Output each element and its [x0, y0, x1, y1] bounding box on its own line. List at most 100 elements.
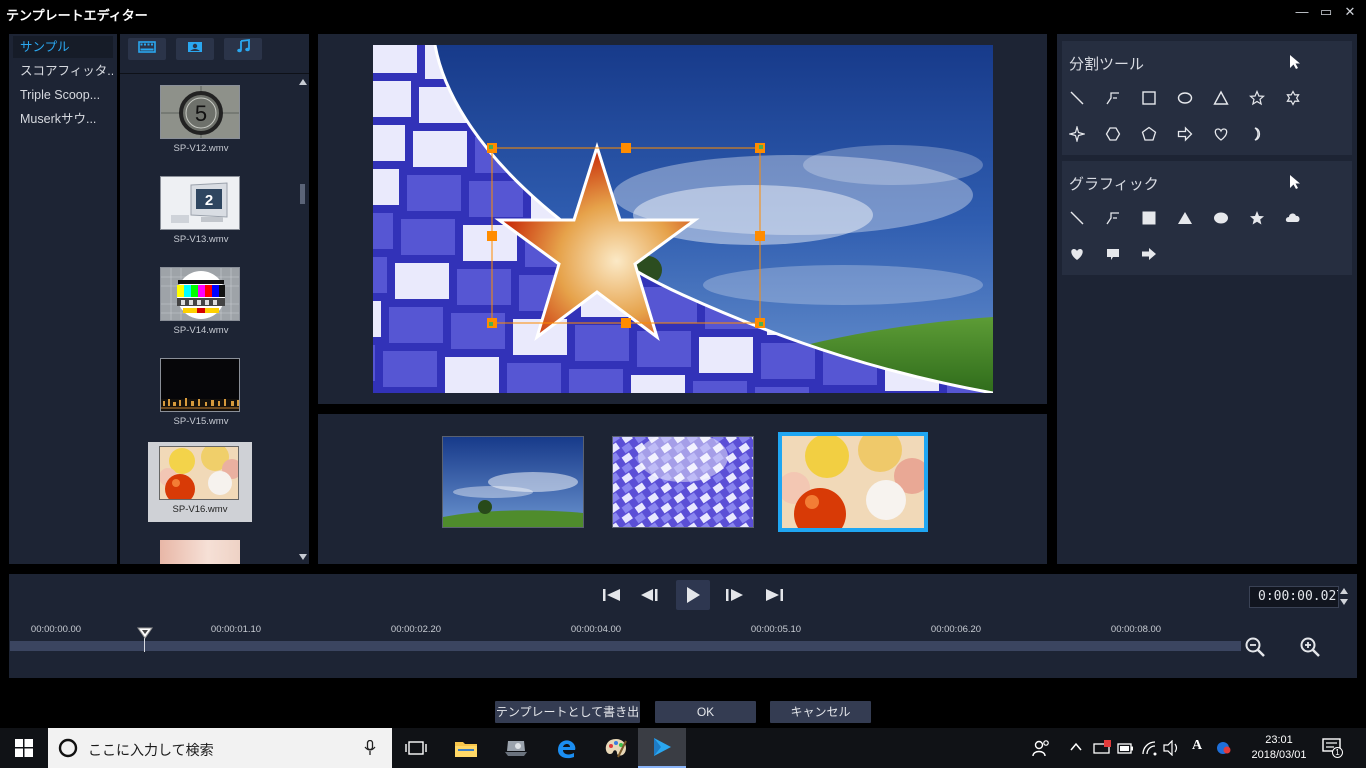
media-clip-partial[interactable]	[149, 536, 253, 564]
timeline-ruler[interactable]	[10, 641, 1241, 651]
star4-icon[interactable]	[1063, 120, 1091, 148]
zoom-out-icon	[1245, 637, 1265, 657]
close-button[interactable]: ✕	[1340, 3, 1360, 21]
color-app-tray-icon[interactable]	[1215, 740, 1233, 756]
select-arrow-icon[interactable]	[1281, 168, 1309, 196]
category-item-muserk[interactable]: Muserkサウ...	[13, 108, 113, 130]
chevron-up-icon[interactable]	[1070, 742, 1082, 752]
background-thumb-tiles[interactable]	[612, 436, 754, 528]
edge-browser-button[interactable]	[542, 728, 590, 768]
background-thumb-sky[interactable]	[442, 436, 584, 528]
video-editor-app-button[interactable]	[638, 728, 686, 768]
category-item-score-fitter[interactable]: スコアフィッタ...	[13, 60, 113, 82]
star6-icon[interactable]	[1279, 84, 1307, 112]
timecode-up-icon[interactable]	[1340, 588, 1348, 594]
timecode-field[interactable]: 0:00:00.027	[1249, 586, 1339, 608]
zoom-in-button[interactable]	[1299, 636, 1323, 660]
split-tools-group: 分割ツール	[1062, 41, 1352, 155]
rectangle-filled-icon[interactable]	[1135, 204, 1163, 232]
media-type-tabs	[120, 34, 309, 74]
curve-line-icon[interactable]	[1099, 84, 1127, 112]
media-scrollbar[interactable]	[297, 76, 309, 564]
people-icon[interactable]	[1032, 739, 1050, 757]
minimize-button[interactable]: —	[1292, 3, 1312, 21]
media-library-panel: 5 SP-V12.wmv 2 SP-V13.wmv SP-V14.wmv SP-…	[120, 34, 309, 564]
taskbar-search-box[interactable]: ここに入力して検索	[48, 728, 392, 768]
music-note-icon	[237, 38, 250, 53]
paint-app-button[interactable]	[592, 728, 640, 768]
rectangle-icon[interactable]	[1135, 84, 1163, 112]
volume-icon[interactable]	[1163, 740, 1181, 756]
previous-frame-button[interactable]	[633, 580, 667, 610]
shape-tools-panel: 分割ツール グラフィック	[1057, 34, 1357, 564]
cancel-button[interactable]: キャンセル	[770, 701, 871, 723]
ruler-tick-label: 00:00:02.20	[390, 624, 442, 635]
ok-button[interactable]: OK	[655, 701, 756, 723]
playhead-marker-icon[interactable]	[137, 627, 153, 639]
heart-icon[interactable]	[1207, 120, 1235, 148]
triangle-icon[interactable]	[1207, 84, 1235, 112]
media-clip-sp-v14[interactable]: SP-V14.wmv	[149, 263, 253, 343]
zoom-out-button[interactable]	[1244, 636, 1268, 660]
clip-thumbnail	[160, 540, 240, 564]
battery-icon[interactable]	[1117, 740, 1135, 756]
search-placeholder: ここに入力して検索	[88, 742, 214, 758]
taskbar: ここに入力して検索 A 23:01 2018/03/01 1	[0, 728, 1366, 768]
ruler-tick-label: 00:00:00.00	[30, 624, 82, 635]
ime-indicator[interactable]: A	[1192, 738, 1202, 754]
task-view-icon	[405, 741, 427, 755]
scroll-thumb[interactable]	[300, 184, 305, 204]
tab-video[interactable]	[128, 38, 166, 60]
line-icon[interactable]	[1063, 204, 1091, 232]
media-clip-sp-v15[interactable]: SP-V15.wmv	[149, 354, 253, 434]
task-view-button[interactable]	[392, 728, 440, 768]
tab-audio[interactable]	[224, 38, 262, 60]
network-warning-icon[interactable]	[1093, 740, 1111, 756]
cloud-filled-icon[interactable]	[1279, 204, 1307, 232]
play-button[interactable]	[676, 580, 710, 610]
file-explorer-button[interactable]	[442, 728, 490, 768]
star-filled-icon[interactable]	[1243, 204, 1271, 232]
next-frame-button[interactable]	[717, 580, 751, 610]
ellipse-filled-icon[interactable]	[1207, 204, 1235, 232]
curve-line-icon[interactable]	[1099, 204, 1127, 232]
restore-button[interactable]: ▭	[1316, 3, 1336, 21]
system-clock[interactable]: 23:01 2018/03/01	[1248, 733, 1310, 763]
timecode-down-icon[interactable]	[1340, 599, 1348, 605]
clock-date: 2018/03/01	[1251, 749, 1307, 761]
hexagon-icon[interactable]	[1099, 120, 1127, 148]
action-center-button[interactable]: 1	[1322, 738, 1346, 760]
triangle-filled-icon[interactable]	[1171, 204, 1199, 232]
go-to-end-button[interactable]	[757, 580, 791, 610]
crescent-icon[interactable]	[1243, 120, 1271, 148]
star-icon[interactable]	[1243, 84, 1271, 112]
graphic-tools-group: グラフィック	[1062, 161, 1352, 275]
media-clip-sp-v13[interactable]: 2 SP-V13.wmv	[149, 172, 253, 252]
preview-canvas[interactable]	[373, 45, 993, 393]
export-template-button[interactable]: テンプレートとして書き出す	[495, 701, 640, 741]
clip-name: SP-V12.wmv	[173, 143, 229, 154]
laptop-app-icon	[505, 741, 527, 756]
start-button[interactable]	[0, 728, 48, 768]
line-icon[interactable]	[1063, 84, 1091, 112]
go-to-start-button[interactable]	[595, 580, 629, 610]
category-item-sample[interactable]: サンプル	[13, 36, 113, 58]
scroll-down-arrow-icon[interactable]	[299, 554, 307, 560]
folder-icon	[455, 742, 477, 757]
pentagon-icon[interactable]	[1135, 120, 1163, 148]
select-arrow-icon[interactable]	[1281, 48, 1309, 76]
background-thumb-balloons[interactable]	[778, 432, 928, 532]
tab-image[interactable]	[176, 38, 214, 60]
media-clip-sp-v16[interactable]: SP-V16.wmv	[148, 442, 252, 522]
app-button-drivers[interactable]	[492, 728, 540, 768]
category-item-triple-scoop[interactable]: Triple Scoop...	[13, 84, 113, 106]
microphone-icon[interactable]	[364, 740, 376, 756]
media-clip-sp-v12[interactable]: 5 SP-V12.wmv	[149, 81, 253, 161]
arrow-filled-icon[interactable]	[1135, 240, 1163, 268]
scroll-up-arrow-icon[interactable]	[299, 79, 307, 85]
wifi-icon[interactable]	[1141, 740, 1159, 756]
speech-bubble-icon[interactable]	[1099, 240, 1127, 268]
ellipse-icon[interactable]	[1171, 84, 1199, 112]
heart-filled-icon[interactable]	[1063, 240, 1091, 268]
arrow-right-icon[interactable]	[1171, 120, 1199, 148]
